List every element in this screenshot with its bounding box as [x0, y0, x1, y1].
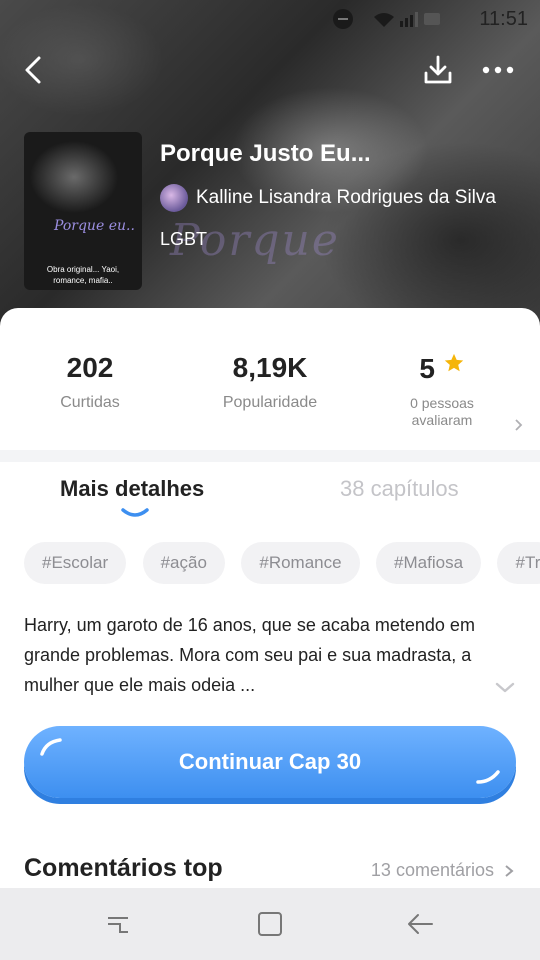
likes-value: 202 — [66, 352, 114, 383]
stat-likes: 202 Curtidas — [30, 352, 150, 412]
cover-subtitle: Obra original... Yaoi, romance, mafia.. — [46, 265, 120, 285]
status-bar: 11:51 — [0, 0, 540, 38]
shine-highlight — [476, 770, 500, 784]
comments-link[interactable]: 13 comentários — [371, 860, 516, 881]
tag-chip[interactable]: #Romance — [241, 542, 360, 584]
home-icon[interactable] — [250, 908, 290, 940]
section-divider — [0, 450, 540, 462]
more-options-button[interactable] — [480, 52, 516, 88]
stat-rating[interactable]: 5 0 pessoas avaliaram — [382, 352, 502, 429]
status-time: 11:51 — [479, 8, 528, 30]
popularity-label: Popularidade — [222, 394, 318, 411]
chevron-down-icon[interactable] — [494, 680, 516, 696]
rating-value: 5 — [382, 352, 502, 385]
synopsis-text: Harry, um garoto de 16 anos, que se acab… — [24, 615, 475, 695]
tag-list: #Escolar #ação #Romance #Mafiosa #Tr — [24, 542, 540, 584]
book-title: Porque Justo Eu... — [160, 140, 371, 167]
avatar — [160, 184, 188, 212]
author-row[interactable]: Kalline Lisandra Rodrigues da Silva — [160, 183, 496, 213]
wifi-signal-icon — [374, 12, 440, 27]
star-icon — [444, 353, 463, 372]
tag-chip[interactable]: #Mafiosa — [376, 542, 482, 584]
genre-label[interactable]: LGBT — [160, 229, 207, 250]
tag-chip[interactable]: #Escolar — [24, 542, 127, 584]
comments-count: 13 comentários — [370, 860, 494, 880]
comments-title: Comentários top — [24, 854, 223, 882]
back-button[interactable] — [15, 52, 51, 88]
more-dots-icon — [482, 66, 514, 74]
rating-label: 0 pessoas avaliaram — [382, 395, 502, 429]
book-cover[interactable]: Porque eu.. Obra original... Yaoi, roman… — [24, 132, 142, 290]
continue-reading-label: Continuar Cap 30 — [178, 749, 362, 774]
rating-label-line1: 0 pessoas — [410, 395, 474, 411]
status-icons — [372, 9, 442, 34]
author-name: Kalline Lisandra Rodrigues da Silva — [196, 187, 496, 208]
back-arrow-icon — [25, 56, 41, 84]
rating-number: 5 — [419, 353, 435, 384]
continue-reading-button[interactable]: Continuar Cap 30 — [24, 726, 516, 798]
rating-label-line2: avaliaram — [411, 412, 473, 428]
do-not-disturb-icon — [333, 9, 353, 29]
tab-details[interactable]: Mais detalhes — [60, 476, 204, 502]
download-icon — [424, 55, 452, 84]
download-button[interactable] — [420, 52, 456, 88]
cover-title: Porque eu.. — [54, 218, 135, 234]
recent-apps-icon[interactable] — [98, 908, 138, 940]
shine-highlight — [40, 738, 62, 756]
tab-chapters[interactable]: 38 capítulos — [340, 476, 459, 502]
tab-indicator — [121, 508, 149, 517]
stat-popularity: 8,19K Popularidade — [200, 352, 340, 412]
back-nav-icon[interactable] — [402, 908, 442, 940]
system-nav-bar — [0, 888, 540, 960]
chevron-right-icon[interactable] — [514, 418, 524, 432]
chevron-right-icon — [505, 864, 514, 877]
likes-label: Curtidas — [60, 394, 120, 411]
hero-banner: Porque 11:51 Porque eu.. Obra original..… — [0, 0, 540, 330]
tag-chip[interactable]: #ação — [142, 542, 225, 584]
popularity-value: 8,19K — [232, 352, 308, 383]
tag-chip[interactable]: #Tr — [497, 542, 540, 584]
